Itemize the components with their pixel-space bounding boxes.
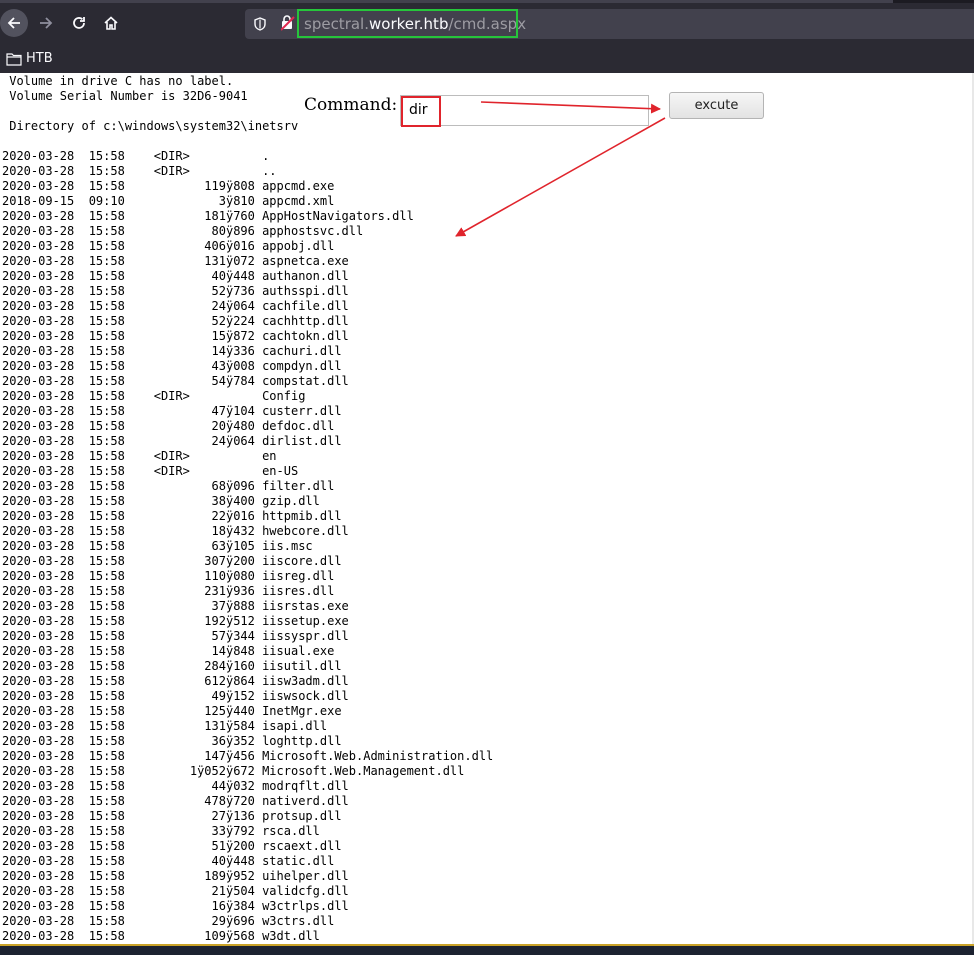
shield-icon[interactable] [254, 16, 266, 35]
home-icon[interactable] [97, 9, 125, 37]
command-value: dir [409, 102, 428, 118]
bookmarks-toolbar: HTB [0, 47, 974, 73]
broken-lock-icon[interactable] [280, 15, 295, 35]
back-icon[interactable] [0, 9, 28, 37]
execute-button[interactable]: excute [669, 92, 764, 119]
url-highlight-box [297, 9, 518, 38]
reload-icon[interactable] [65, 9, 93, 37]
browser-toolbar: spectral.worker.htb/cmd.aspx HTB [0, 0, 974, 73]
tab-strip [0, 0, 974, 3]
active-tab[interactable] [0, 0, 893, 3]
forward-icon[interactable] [32, 9, 60, 37]
command-input[interactable]: dir [400, 95, 649, 127]
command-label: Command: [304, 95, 398, 115]
taskbar-strip [0, 944, 974, 955]
command-output: Volume in drive C has no label. Volume S… [2, 74, 494, 943]
bookmark-htb[interactable]: HTB [26, 51, 53, 66]
folder-icon[interactable] [6, 51, 22, 70]
